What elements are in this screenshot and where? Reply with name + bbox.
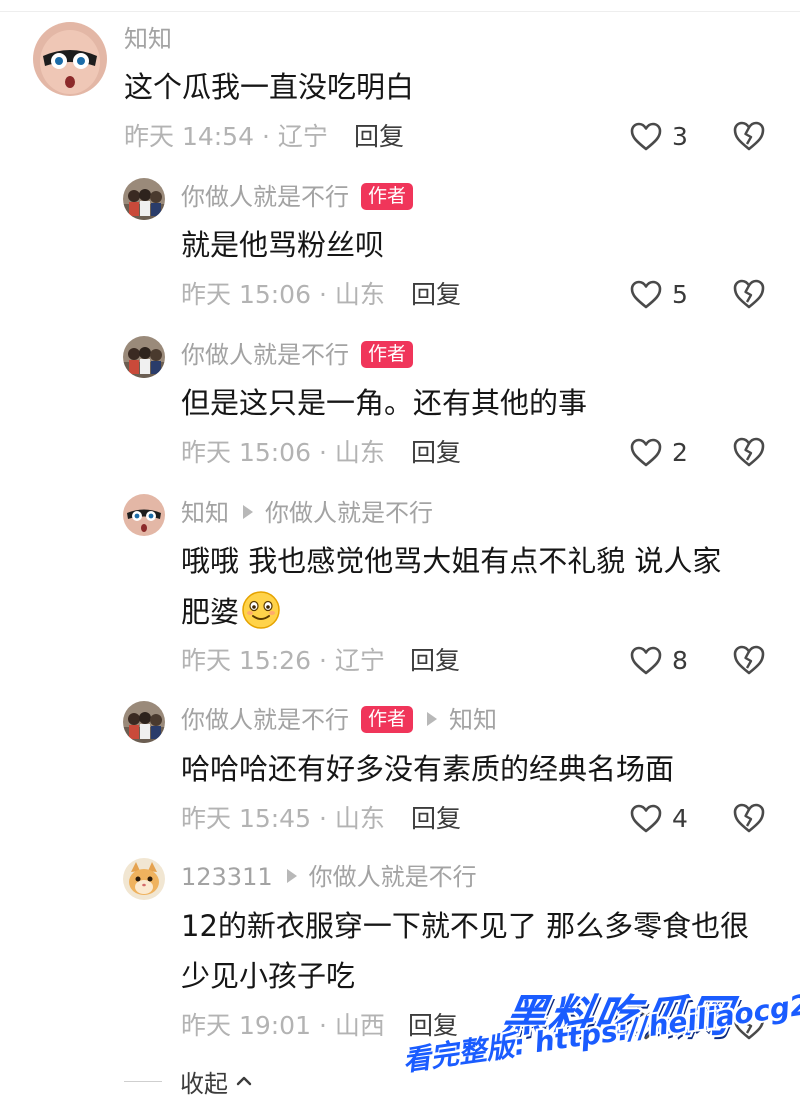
avatar[interactable] [123, 336, 165, 378]
comment-text: 哈哈哈还有好多没有素质的经典名场面 [181, 752, 675, 786]
like-count: 5 [672, 280, 688, 309]
reply-button[interactable]: 回复 [411, 438, 461, 468]
heart-outline-icon [630, 646, 662, 675]
comment-text: 但是这只是一角。还有其他的事 [181, 386, 588, 420]
comment-text-line2: 肥婆 [181, 590, 281, 634]
comment-text-line2: 少见小孩子吃 [181, 959, 356, 993]
comment-time-location: 昨天 15:26 · 辽宁 [181, 646, 385, 675]
heart-outline-icon [630, 280, 662, 309]
avatar[interactable] [123, 178, 165, 220]
heart-outline-icon [630, 438, 662, 467]
like-count: 3 [672, 122, 688, 151]
comment-text: 就是他骂粉丝呗 [181, 228, 385, 262]
smile-emoji-icon [241, 590, 281, 630]
like-button[interactable]: 4 [630, 802, 688, 836]
avatar-image [123, 336, 165, 378]
broken-heart-icon [733, 645, 765, 675]
comment-time-location: 昨天 15:06 · 山东 [181, 438, 385, 467]
dislike-button[interactable] [732, 802, 766, 836]
heart-outline-icon [630, 804, 662, 833]
like-count: 4 [672, 804, 688, 833]
username[interactable]: 你做人就是不行 作者 [181, 182, 414, 212]
broken-heart-icon [733, 437, 765, 467]
triangle-right-icon [286, 869, 297, 883]
username[interactable]: 知知 你做人就是不行 [181, 498, 433, 528]
dislike-button[interactable] [732, 278, 766, 312]
avatar-image [123, 494, 165, 536]
dislike-button[interactable] [732, 120, 766, 154]
collapse-label: 收起 [180, 1069, 228, 1098]
username[interactable]: 知知 [124, 24, 172, 54]
like-count: 8 [672, 646, 688, 675]
top-divider [0, 0, 800, 12]
triangle-right-icon [243, 505, 253, 519]
dislike-button[interactable] [732, 436, 766, 470]
comment-text: 哦哦 我也感觉他骂大姐有点不礼貌 说人家 [181, 544, 722, 578]
like-button[interactable]: 2 [630, 436, 688, 470]
comment-time-location: 昨天 15:45 · 山东 [181, 804, 385, 833]
avatar-image [123, 178, 165, 220]
like-count: 2 [672, 438, 688, 467]
heart-outline-icon [630, 122, 662, 151]
reply-button[interactable]: 回复 [411, 804, 461, 834]
avatar-image [33, 22, 107, 96]
comment-text: 这个瓜我一直没吃明白 [124, 70, 415, 104]
reply-button[interactable]: 回复 [410, 646, 460, 676]
avatar-image [123, 701, 165, 743]
broken-heart-icon [733, 279, 765, 309]
like-button[interactable]: 3 [630, 120, 688, 154]
username[interactable]: 你做人就是不行 作者 [181, 340, 414, 370]
chevron-up-icon [236, 1076, 252, 1086]
avatar[interactable] [123, 701, 165, 743]
reply-to-user[interactable]: 你做人就是不行 [265, 499, 433, 527]
reply-button[interactable]: 回复 [411, 280, 461, 310]
avatar[interactable] [123, 494, 165, 536]
avatar-image [123, 858, 165, 900]
comment-time-location: 昨天 19:01 · 山西 [181, 1011, 385, 1040]
comment-text: 12的新衣服穿一下就不见了 那么多零食也很 [181, 909, 750, 943]
avatar[interactable] [33, 22, 107, 96]
dislike-button[interactable] [732, 644, 766, 678]
reply-to-user[interactable]: 知知 [449, 706, 497, 734]
reply-to-user[interactable]: 你做人就是不行 [309, 863, 477, 891]
username[interactable]: 123311 你做人就是不行 [181, 862, 477, 892]
author-badge: 作者 [361, 182, 414, 210]
comment-time-location: 昨天 14:54 · 辽宁 [124, 122, 328, 151]
broken-heart-icon [733, 121, 765, 151]
author-badge: 作者 [361, 340, 414, 368]
like-button[interactable]: 5 [630, 278, 688, 312]
username[interactable]: 你做人就是不行 作者 知知 [181, 705, 497, 735]
reply-button[interactable]: 回复 [354, 122, 404, 152]
collapse-divider [124, 1080, 162, 1082]
like-button[interactable]: 8 [630, 644, 688, 678]
author-badge: 作者 [361, 705, 414, 733]
triangle-right-icon [427, 712, 438, 726]
comment-time-location: 昨天 15:06 · 山东 [181, 280, 385, 309]
collapse-replies-button[interactable]: 收起 [124, 1063, 252, 1099]
broken-heart-icon [733, 803, 765, 833]
avatar[interactable] [123, 858, 165, 900]
